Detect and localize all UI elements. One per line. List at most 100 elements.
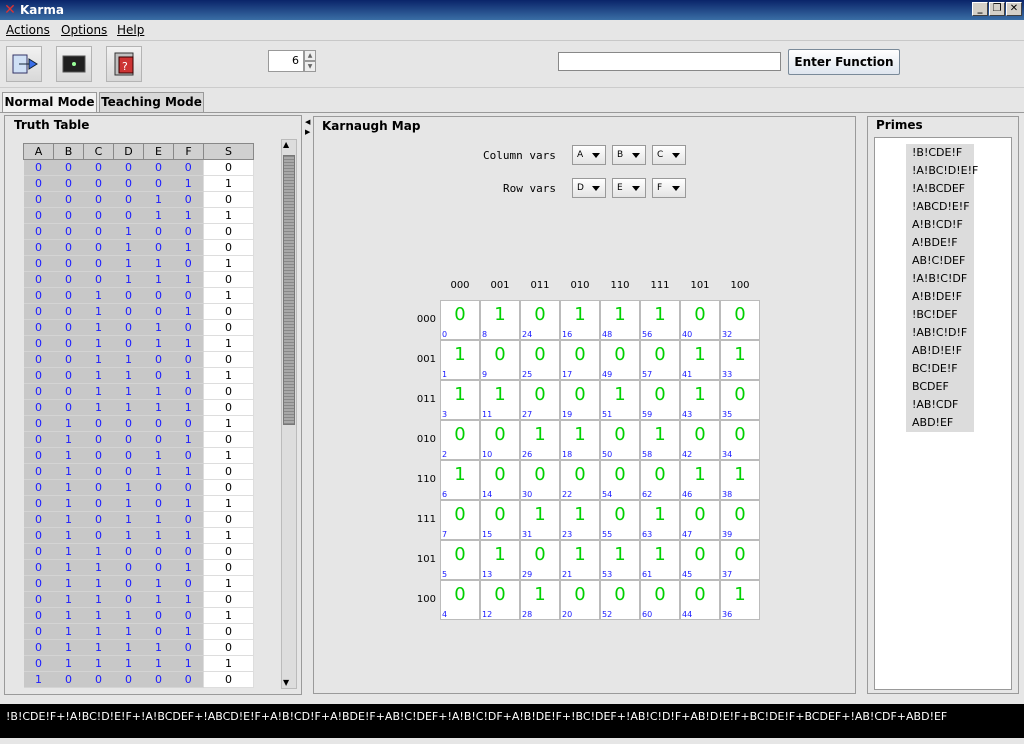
scroll-down-icon[interactable]: ▼ (283, 678, 289, 687)
kmap-cell[interactable]: 1 61 (640, 540, 680, 580)
output-cell[interactable]: 0 (203, 431, 254, 448)
kmap-cell[interactable]: 1 28 (520, 580, 560, 620)
prime-item[interactable]: !A!BCDEF (912, 180, 965, 198)
menu-options[interactable]: Options (61, 23, 107, 37)
output-cell[interactable]: 0 (203, 591, 254, 608)
spinner-up-icon[interactable]: ▲ (304, 50, 316, 61)
kmap-cell[interactable]: 00 (440, 300, 480, 340)
kmap-cell[interactable]: 0 37 (720, 540, 760, 580)
kmap-cell[interactable]: 0 50 (600, 420, 640, 460)
output-cell[interactable]: 0 (203, 623, 254, 640)
minimize-button[interactable]: _ (972, 2, 988, 16)
kmap-cell[interactable]: 1 46 (680, 460, 720, 500)
tab-teaching-mode[interactable]: Teaching Mode (99, 92, 204, 112)
close-button[interactable]: ✕ (1006, 2, 1022, 16)
output-cell[interactable]: 1 (203, 287, 254, 304)
prime-item[interactable]: !BC!DEF (912, 306, 958, 324)
column-var-select-3[interactable]: C (652, 145, 686, 165)
kmap-cell[interactable]: 0 27 (520, 380, 560, 420)
restore-button[interactable]: ❐ (989, 2, 1005, 16)
kmap-cell[interactable]: 0 49 (600, 340, 640, 380)
expand-right-icon[interactable]: ▶ (305, 128, 310, 136)
output-cell[interactable]: 0 (203, 159, 254, 176)
kmap-cell[interactable]: 13 (440, 380, 480, 420)
kmap-cell[interactable]: 04 (440, 580, 480, 620)
arrow-button[interactable] (6, 46, 42, 82)
kmap-cell[interactable]: 1 48 (600, 300, 640, 340)
output-cell[interactable]: 0 (203, 671, 254, 688)
collapse-left-icon[interactable]: ◀ (305, 118, 310, 126)
variable-count-spinner[interactable]: 6 (268, 50, 304, 72)
output-cell[interactable]: 1 (203, 447, 254, 464)
scrollbar-thumb[interactable] (283, 155, 295, 425)
kmap-cell[interactable]: 0 47 (680, 500, 720, 540)
output-cell[interactable]: 1 (203, 495, 254, 512)
prime-item[interactable]: BC!DE!F (912, 360, 958, 378)
kmap-cell[interactable]: 02 (440, 420, 480, 460)
kmap-cell[interactable]: 0 60 (640, 580, 680, 620)
output-cell[interactable]: 0 (203, 511, 254, 528)
kmap-cell[interactable]: 0 35 (720, 380, 760, 420)
prime-item[interactable]: !A!B!C!DF (912, 270, 967, 288)
prime-item[interactable]: BCDEF (912, 378, 949, 396)
split-pane-divider[interactable]: ◀ ▶ (303, 115, 313, 695)
kmap-cell[interactable]: 1 13 (480, 540, 520, 580)
output-cell[interactable]: 0 (203, 351, 254, 368)
kmap-cell[interactable]: 1 21 (560, 540, 600, 580)
kmap-cell[interactable]: 0 54 (600, 460, 640, 500)
output-cell[interactable]: 0 (203, 303, 254, 320)
kmap-cell[interactable]: 0 32 (720, 300, 760, 340)
kmap-cell[interactable]: 16 (440, 460, 480, 500)
row-var-select-2[interactable]: E (612, 178, 646, 198)
output-cell[interactable]: 0 (203, 543, 254, 560)
kmap-cell[interactable]: 09 (480, 340, 520, 380)
kmap-cell[interactable]: 1 58 (640, 420, 680, 460)
output-cell[interactable]: 0 (203, 223, 254, 240)
enter-function-button[interactable]: Enter Function (788, 49, 900, 75)
prime-item[interactable]: !AB!CDF (912, 396, 958, 414)
kmap-cell[interactable]: 0 15 (480, 500, 520, 540)
kmap-cell[interactable]: 1 41 (680, 340, 720, 380)
kmap-cell[interactable]: 0 24 (520, 300, 560, 340)
kmap-cell[interactable]: 0 12 (480, 580, 520, 620)
output-cell[interactable]: 0 (203, 639, 254, 656)
kmap-cell[interactable]: 05 (440, 540, 480, 580)
kmap-cell[interactable]: 0 19 (560, 380, 600, 420)
kmap-cell[interactable]: 07 (440, 500, 480, 540)
output-cell[interactable]: 1 (203, 367, 254, 384)
prime-item[interactable]: A!B!DE!F (912, 288, 962, 306)
kmap-cell[interactable]: 1 56 (640, 300, 680, 340)
spinner-down-icon[interactable]: ▼ (304, 61, 316, 72)
row-var-select-3[interactable]: F (652, 178, 686, 198)
kmap-cell[interactable]: 1 33 (720, 340, 760, 380)
kmap-cell[interactable]: 1 11 (480, 380, 520, 420)
kmap-cell[interactable]: 0 10 (480, 420, 520, 460)
kmap-cell[interactable]: 0 22 (560, 460, 600, 500)
kmap-cell[interactable]: 1 43 (680, 380, 720, 420)
output-cell[interactable]: 1 (203, 655, 254, 672)
kmap-cell[interactable]: 0 34 (720, 420, 760, 460)
prime-item[interactable]: A!B!CD!F (912, 216, 963, 234)
screen-button[interactable] (56, 46, 92, 82)
kmap-cell[interactable]: 0 55 (600, 500, 640, 540)
kmap-cell[interactable]: 1 18 (560, 420, 600, 460)
kmap-cell[interactable]: 1 51 (600, 380, 640, 420)
kmap-cell[interactable]: 0 30 (520, 460, 560, 500)
output-cell[interactable]: 1 (203, 335, 254, 352)
tab-normal-mode[interactable]: Normal Mode (2, 92, 97, 112)
kmap-cell[interactable]: 1 53 (600, 540, 640, 580)
output-cell[interactable]: 1 (203, 607, 254, 624)
kmap-cell[interactable]: 0 20 (560, 580, 600, 620)
kmap-cell[interactable]: 0 40 (680, 300, 720, 340)
kmap-cell[interactable]: 0 39 (720, 500, 760, 540)
kmap-cell[interactable]: 0 45 (680, 540, 720, 580)
prime-item[interactable]: AB!D!E!F (912, 342, 962, 360)
kmap-cell[interactable]: 11 (440, 340, 480, 380)
prime-item[interactable]: ABD!EF (912, 414, 953, 432)
output-cell[interactable]: 0 (203, 559, 254, 576)
output-cell[interactable]: 1 (203, 527, 254, 544)
kmap-cell[interactable]: 18 (480, 300, 520, 340)
output-cell[interactable]: 1 (203, 255, 254, 272)
output-cell[interactable]: 0 (203, 399, 254, 416)
kmap-cell[interactable]: 0 25 (520, 340, 560, 380)
